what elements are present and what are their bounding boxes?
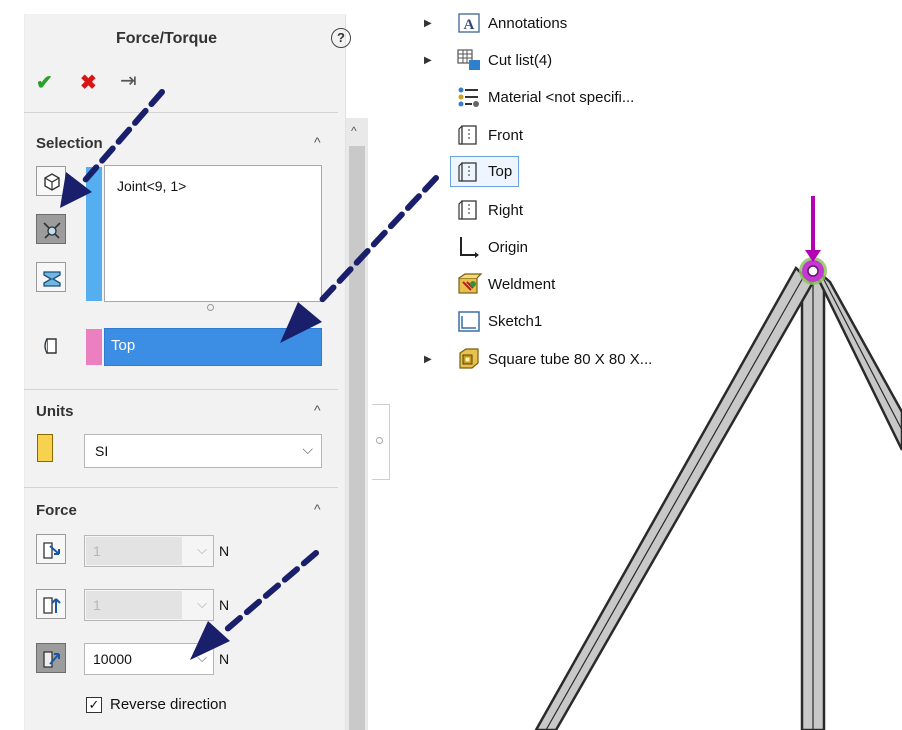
chevron-down-icon: ⌵ xyxy=(197,650,207,665)
ruler-icon xyxy=(37,434,53,462)
tree-item-annotations[interactable]: A Annotations xyxy=(456,10,567,36)
help-icon[interactable]: ? xyxy=(331,28,351,48)
force-dir2-button[interactable] xyxy=(36,589,66,619)
face-selection-button[interactable] xyxy=(36,166,66,196)
cancel-x-icon[interactable]: ✖ xyxy=(80,70,97,95)
beam-icon xyxy=(43,271,61,287)
material-icon xyxy=(458,87,479,107)
weldment-icon xyxy=(458,273,482,294)
force-dir1-button[interactable] xyxy=(36,534,66,564)
list-item[interactable]: Joint<9, 1> xyxy=(117,178,186,194)
tree-item-origin[interactable]: Origin xyxy=(456,234,528,260)
property-manager-scrollbar[interactable]: ^ xyxy=(346,118,368,730)
face-direction-icon xyxy=(44,338,57,354)
truss-model[interactable] xyxy=(534,265,902,730)
property-manager: ^ Force/Torque ? ✔ ✖ ⇥ Selection ^ Joint… xyxy=(0,0,372,730)
divider xyxy=(24,389,338,390)
direction-1-icon xyxy=(43,542,60,559)
property-manager-panel xyxy=(24,14,346,730)
force-group-header[interactable]: Force xyxy=(36,502,77,519)
collapse-force-icon[interactable]: ^ xyxy=(314,501,321,517)
structural-member-icon xyxy=(459,348,479,369)
units-group-header[interactable]: Units xyxy=(36,403,74,420)
direction-reference-icon xyxy=(36,331,66,361)
tree-item-sketch1[interactable]: Sketch1 xyxy=(456,308,542,334)
sketch-icon xyxy=(458,311,480,332)
collapse-units-icon[interactable]: ^ xyxy=(314,402,321,418)
expand-arrow-icon[interactable]: ▶ xyxy=(424,18,432,29)
plane-icon xyxy=(458,125,477,145)
panel-splitter-handle[interactable] xyxy=(372,404,390,480)
direction-color-swatch xyxy=(86,329,102,365)
joint-force-marker[interactable] xyxy=(799,196,827,285)
force-dir2-input[interactable]: 1 ⌵ xyxy=(84,589,214,621)
collapse-selection-icon[interactable]: ^ xyxy=(314,134,321,150)
page-title: Force/Torque xyxy=(116,30,218,47)
reverse-direction-checkbox[interactable]: ✓ xyxy=(86,697,102,713)
reverse-direction-label[interactable]: Reverse direction xyxy=(110,696,227,713)
force-unit-label: N xyxy=(219,597,230,613)
pin-icon[interactable]: ⇥ xyxy=(120,68,137,93)
chevron-down-icon: ⌵ xyxy=(197,596,207,611)
cut-list-icon xyxy=(457,49,480,70)
expand-arrow-icon[interactable]: ▶ xyxy=(424,354,432,365)
tree-item-top-plane[interactable]: Top xyxy=(450,156,520,187)
direction-2-icon xyxy=(43,597,61,614)
force-unit-label: N xyxy=(219,543,230,559)
joint-selection-button[interactable] xyxy=(36,214,66,244)
joint-icon xyxy=(43,222,61,239)
direction-reference-field[interactable]: Top xyxy=(104,328,322,366)
face-icon xyxy=(44,173,60,191)
ok-check-icon[interactable]: ✔ xyxy=(36,70,53,95)
chevron-down-icon: ⌵ xyxy=(197,542,207,557)
tree-item-front-plane[interactable]: Front xyxy=(456,122,523,148)
tree-item-square-tube[interactable]: Square tube 80 X 80 X... xyxy=(456,346,652,372)
selection-group-header[interactable]: Selection xyxy=(36,135,103,152)
list-resize-handle[interactable] xyxy=(207,304,214,311)
selected-entities-list[interactable]: Joint<9, 1> xyxy=(104,165,322,302)
plane-icon xyxy=(458,200,477,220)
tree-item-material[interactable]: Material <not specifi... xyxy=(456,84,634,110)
tree-item-right-plane[interactable]: Right xyxy=(456,197,523,223)
units-dropdown[interactable]: SI ⌵ xyxy=(84,434,322,468)
direction-normal-icon xyxy=(43,651,60,668)
svg-text:A: A xyxy=(464,17,475,33)
force-unit-label: N xyxy=(219,651,230,667)
divider xyxy=(24,487,338,488)
beam-selection-button[interactable] xyxy=(36,262,66,292)
force-dir1-input[interactable]: 1 ⌵ xyxy=(84,535,214,567)
tree-item-weldment[interactable]: Weldment xyxy=(456,271,555,297)
divider xyxy=(24,112,338,113)
scrollbar-thumb[interactable] xyxy=(349,146,365,730)
expand-arrow-icon[interactable]: ▶ xyxy=(424,55,432,66)
plane-icon xyxy=(458,161,477,182)
force-dir3-button[interactable] xyxy=(36,643,66,673)
annotations-icon: A xyxy=(458,13,480,33)
selection-color-strip xyxy=(86,167,102,301)
force-value-input[interactable]: 10000 ⌵ xyxy=(84,643,214,675)
origin-icon xyxy=(460,237,479,258)
tree-item-cut-list[interactable]: Cut list(4) xyxy=(456,47,552,73)
chevron-down-icon: ⌵ xyxy=(302,441,313,457)
scroll-up-icon[interactable]: ^ xyxy=(351,124,357,138)
units-selected-value: SI xyxy=(95,443,109,459)
